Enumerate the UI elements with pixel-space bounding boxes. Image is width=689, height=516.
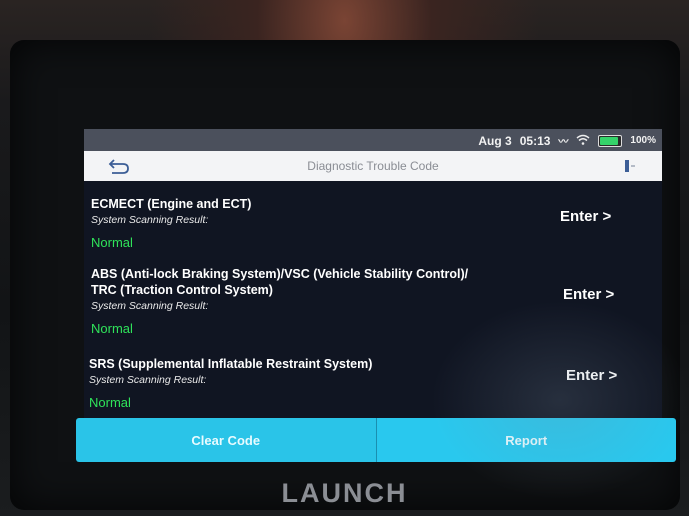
system-name-line-2: TRC (Traction Control System)	[91, 283, 273, 297]
battery-level-fill	[600, 136, 619, 145]
clear-code-button[interactable]: Clear Code	[76, 418, 376, 462]
system-name: SRS (Supplemental Inflatable Restraint S…	[89, 357, 373, 371]
system-list: ECMECT (Engine and ECT) System Scanning …	[84, 181, 662, 421]
scan-result-label: System Scanning Result:	[91, 214, 209, 226]
signal-icon: 〰	[558, 137, 569, 148]
system-name-line-1: ABS (Anti-lock Braking System)/VSC (Vehi…	[91, 267, 469, 281]
wifi-icon	[576, 134, 590, 148]
page-title: Diagnostic Trouble Code	[307, 159, 439, 173]
exit-door-icon[interactable]	[622, 158, 638, 174]
enter-button-srs[interactable]: Enter >	[566, 367, 617, 384]
enter-button-ecmect[interactable]: Enter >	[560, 208, 611, 225]
status-date: Aug 3	[478, 133, 512, 148]
action-bar: Clear Code Report	[76, 418, 676, 462]
scan-result-value: Normal	[91, 321, 133, 336]
enter-button-abs[interactable]: Enter >	[563, 286, 614, 303]
scan-result-label: System Scanning Result:	[89, 374, 207, 386]
scan-result-value: Normal	[91, 235, 133, 250]
device-screen: Aug 3 05:13 〰 100% Diagnostic Trouble Co…	[84, 129, 662, 459]
status-time: 05:13	[519, 133, 551, 148]
status-bar: Aug 3 05:13 〰 100%	[84, 129, 662, 151]
title-bar: Diagnostic Trouble Code	[84, 151, 662, 181]
battery-percent: 100%	[630, 135, 656, 146]
scan-result-label: System Scanning Result:	[91, 300, 209, 312]
scan-result-value: Normal	[89, 395, 131, 410]
system-name: ECMECT (Engine and ECT)	[91, 197, 252, 211]
report-button[interactable]: Report	[375, 418, 676, 462]
battery-icon	[598, 134, 623, 147]
brand-logo: LAUNCH	[281, 478, 408, 508]
